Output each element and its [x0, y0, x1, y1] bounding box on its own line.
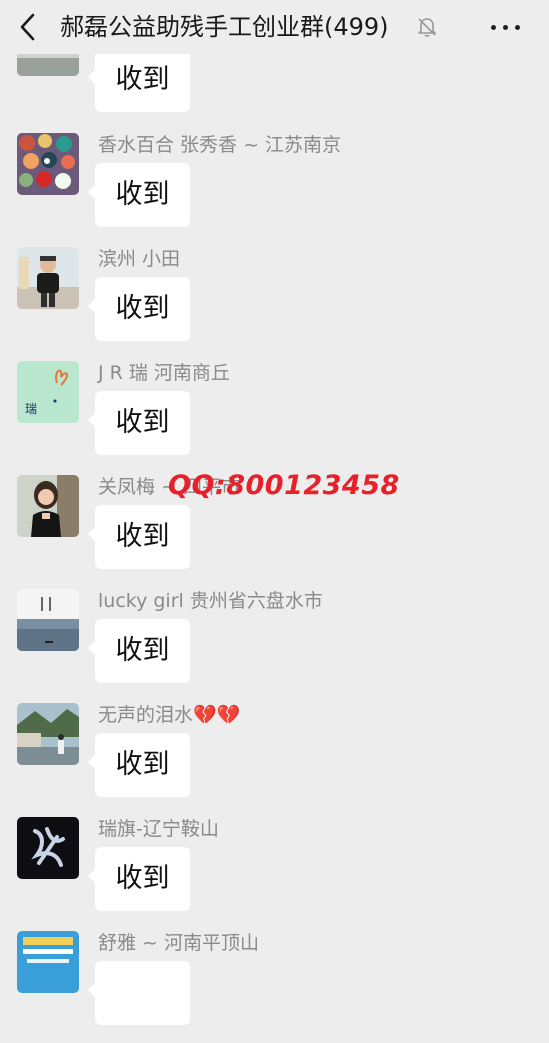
message-bubble[interactable]: 收到: [88, 619, 190, 683]
member-avatar[interactable]: 瑞: [17, 361, 79, 423]
sender-name: 舒雅 ~ 河南平顶山: [98, 932, 259, 954]
message-bubble[interactable]: 收到: [88, 391, 190, 455]
message-bubble[interactable]: 收到: [88, 505, 190, 569]
sender-name: 香水百合 张秀香 ~ 江苏南京: [98, 134, 342, 156]
message-item: 瑞 J R 瑞 河南商丘 收到: [0, 361, 549, 473]
svg-text:瑞: 瑞: [25, 402, 37, 416]
sender-name: J R 瑞 河南商丘: [98, 362, 230, 384]
member-avatar[interactable]: [17, 703, 79, 765]
message-item: 无声的泪水💔💔 收到: [0, 703, 549, 815]
message-item: 滨州 小田 收到: [0, 247, 549, 359]
message-item: 香水百合 张秀香 ~ 江苏南京 收到: [0, 133, 549, 245]
chevron-left-icon: [20, 13, 35, 41]
sender-name: 无声的泪水💔💔: [98, 704, 241, 726]
member-avatar[interactable]: [17, 589, 79, 651]
message-bubble[interactable]: 收到: [88, 277, 190, 341]
bell-off-icon: [415, 15, 439, 39]
member-avatar[interactable]: [17, 247, 79, 309]
back-button[interactable]: [10, 9, 46, 45]
message-bubble[interactable]: 收到: [88, 163, 190, 227]
message-bubble[interactable]: [88, 961, 190, 1025]
member-avatar[interactable]: [17, 475, 79, 537]
message-item: 舒雅 ~ 河南平顶山: [0, 931, 549, 1043]
message-bubble[interactable]: 收到: [88, 733, 190, 797]
sender-name: lucky girl 贵州省六盘水市: [98, 590, 323, 612]
sender-name: 滨州 小田: [98, 248, 181, 270]
message-item: 瑞旗-辽宁鞍山 收到: [0, 817, 549, 929]
sender-name: 瑞旗-辽宁鞍山: [98, 818, 219, 840]
member-avatar[interactable]: [17, 817, 79, 879]
chat-header: 郝磊公益助残手工创业群(499): [0, 0, 549, 54]
message-bubble[interactable]: 收到: [88, 48, 190, 112]
message-item: lucky girl 贵州省六盘水市 收到: [0, 589, 549, 701]
chat-title: 郝磊公益助残手工创业群(499): [60, 13, 389, 41]
more-button[interactable]: [484, 9, 528, 45]
member-avatar[interactable]: [17, 133, 79, 195]
member-avatar[interactable]: [17, 931, 79, 993]
watermark-text: QQ:800123458: [168, 470, 400, 501]
message-bubble[interactable]: 收到: [88, 847, 190, 911]
